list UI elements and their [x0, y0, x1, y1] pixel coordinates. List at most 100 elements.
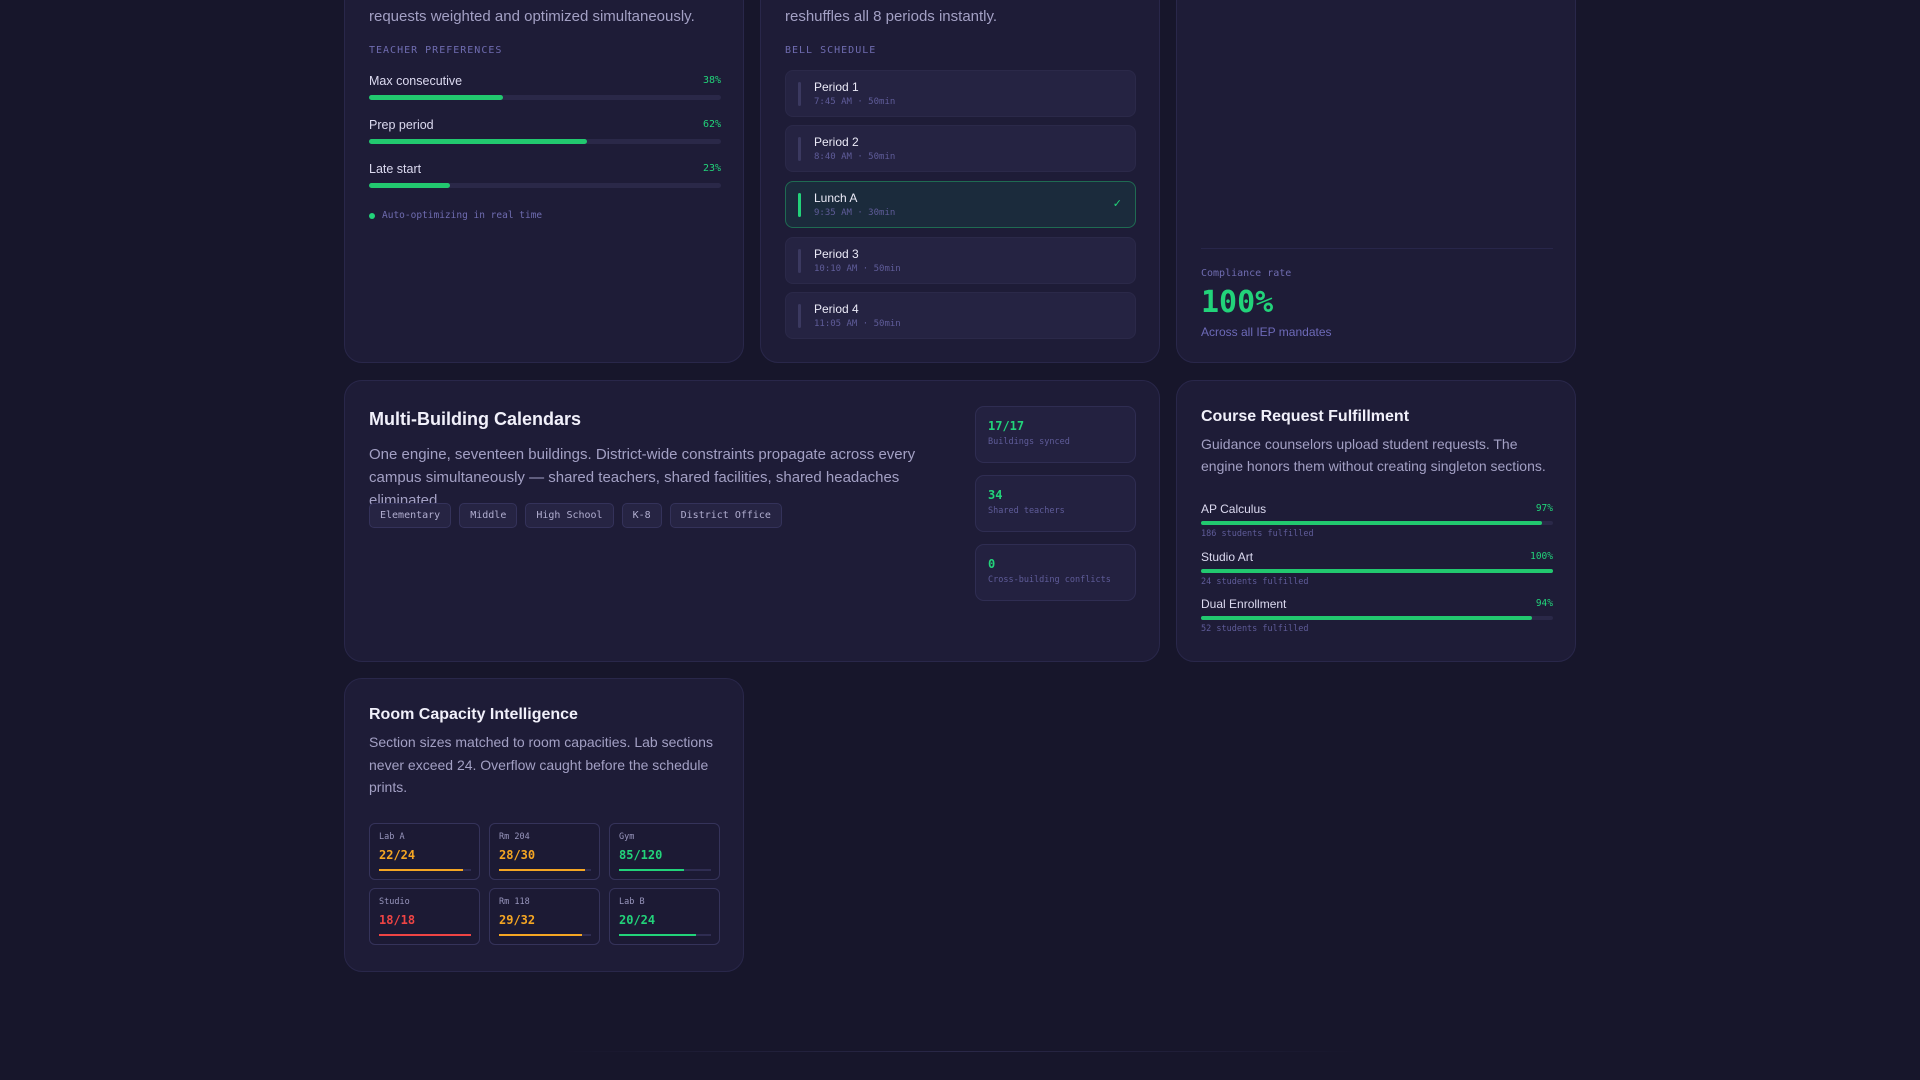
- card-title: Room Capacity Intelligence: [369, 706, 578, 723]
- room-tile[interactable]: Lab A 22/24: [369, 823, 480, 880]
- room-capacity-fill: [499, 869, 585, 871]
- compliance-subtext: Across all IEP mandates: [1201, 325, 1332, 339]
- multi-building-card: Multi-Building Calendars One engine, sev…: [344, 380, 1160, 662]
- course-percent: 97%: [1535, 503, 1553, 514]
- room-capacity-fill: [499, 934, 583, 936]
- room-capacity-fill: [619, 869, 685, 871]
- course-progress-track: [1201, 521, 1553, 525]
- room-name: Rm 118: [499, 897, 530, 907]
- room-capacity-value: 29/32: [499, 913, 536, 927]
- course-progress-track: [1201, 616, 1553, 620]
- status-note-text: Auto-optimizing in real time: [382, 210, 543, 221]
- course-subtext: 52 students fulfilled: [1201, 624, 1309, 634]
- stat-label: Cross-building conflicts: [988, 575, 1111, 585]
- pref-progress-fill: [369, 95, 503, 100]
- tag-k8[interactable]: K-8: [621, 503, 662, 528]
- status-dot-icon: [369, 212, 375, 219]
- card-title: Course Request Fulfillment: [1201, 408, 1410, 425]
- pref-percent: 38%: [702, 75, 721, 86]
- pref-item: Late start 23%: [369, 162, 721, 188]
- pref-name: Prep period: [369, 118, 434, 132]
- room-capacity-track: [619, 869, 711, 871]
- pref-item: Prep period 62%: [369, 118, 721, 144]
- room-tile[interactable]: Rm 204 28/30: [489, 823, 600, 880]
- period-row[interactable]: Period 2 8:40 AM · 50min: [785, 125, 1136, 172]
- period-time: 9:35 AM · 30min: [814, 208, 896, 218]
- period-indicator: [798, 137, 801, 161]
- room-tile[interactable]: Lab B 20/24: [609, 888, 720, 945]
- iep-compliance-card: Compliance rate 100% Across all IEP mand…: [1176, 0, 1576, 363]
- room-capacity-track: [499, 869, 591, 871]
- period-name: Period 4: [814, 302, 859, 316]
- period-indicator: [798, 249, 801, 273]
- course-subtext: 186 students fulfilled: [1201, 529, 1314, 539]
- building-type-tags: Elementary Middle High School K-8 Distri…: [369, 503, 782, 528]
- check-icon: ✓: [1112, 198, 1122, 210]
- room-name: Gym: [619, 832, 635, 842]
- course-name: Dual Enrollment: [1201, 597, 1287, 611]
- course-subtext: 24 students fulfilled: [1201, 577, 1309, 587]
- stat-value: 34: [988, 488, 1003, 502]
- course-item: Dual Enrollment 94% 52 students fulfille…: [1201, 597, 1553, 637]
- card-title: Multi-Building Calendars: [369, 409, 582, 429]
- room-name: Rm 204: [499, 832, 530, 842]
- room-tile[interactable]: Rm 118 29/32: [489, 888, 600, 945]
- course-progress-fill: [1201, 569, 1553, 573]
- room-capacity-fill: [379, 869, 464, 871]
- room-capacity-fill: [619, 934, 696, 936]
- pref-progress-track: [369, 95, 721, 100]
- period-time: 8:40 AM · 50min: [814, 152, 896, 162]
- pref-name: Max consecutive: [369, 74, 463, 88]
- room-tile[interactable]: Studio 18/18: [369, 888, 480, 945]
- pref-item: Max consecutive 38%: [369, 74, 721, 100]
- stat-label: Shared teachers: [988, 506, 1065, 516]
- stat-value: 17/17: [988, 419, 1025, 433]
- room-capacity-value: 20/24: [619, 913, 656, 927]
- stat-label: Buildings synced: [988, 437, 1070, 447]
- stat-buildings-synced: 17/17 Buildings synced: [975, 406, 1136, 463]
- room-name: Lab B: [619, 897, 645, 907]
- teacher-preferences-card: requests weighted and optimized simultan…: [344, 0, 744, 363]
- tag-district-office[interactable]: District Office: [669, 503, 782, 528]
- tag-high-school[interactable]: High School: [525, 503, 614, 528]
- prefs-intro: requests weighted and optimized simultan…: [369, 8, 695, 25]
- room-capacity-card: Room Capacity Intelligence Section sizes…: [344, 678, 744, 972]
- stat-cross-building-conflicts: 0 Cross-building conflicts: [975, 544, 1136, 601]
- bell-intro: reshuffles all 8 periods instantly.: [785, 8, 998, 25]
- period-name: Period 1: [814, 80, 859, 94]
- period-row[interactable]: Period 1 7:45 AM · 50min: [785, 70, 1136, 117]
- period-indicator: [798, 82, 801, 106]
- footer-divider: [560, 1051, 1360, 1052]
- period-name: Period 2: [814, 135, 859, 149]
- course-item: AP Calculus 97% 186 students fulfilled: [1201, 502, 1553, 542]
- period-row[interactable]: Period 4 11:05 AM · 50min: [785, 292, 1136, 339]
- divider: [1201, 248, 1553, 249]
- room-tile[interactable]: Gym 85/120: [609, 823, 720, 880]
- period-row[interactable]: Period 3 10:10 AM · 50min: [785, 237, 1136, 284]
- course-name: AP Calculus: [1201, 502, 1267, 516]
- course-name: Studio Art: [1201, 550, 1254, 564]
- course-item: Studio Art 100% 24 students fulfilled: [1201, 550, 1553, 590]
- room-capacity-value: 85/120: [619, 848, 663, 862]
- period-row-selected[interactable]: Lunch A 9:35 AM · 30min ✓: [785, 181, 1136, 228]
- period-indicator: [798, 193, 801, 217]
- stat-shared-teachers: 34 Shared teachers: [975, 475, 1136, 532]
- prefs-section-label: TEACHER PREFERENCES: [369, 45, 503, 56]
- course-progress-fill: [1201, 521, 1543, 525]
- room-capacity-value: 22/24: [379, 848, 416, 862]
- room-capacity-value: 28/30: [499, 848, 536, 862]
- course-percent: 100%: [1530, 551, 1553, 562]
- compliance-label: Compliance rate: [1201, 268, 1292, 279]
- room-capacity-track: [619, 934, 711, 936]
- course-progress-track: [1201, 569, 1553, 573]
- bell-section-label: BELL SCHEDULE: [785, 45, 877, 56]
- tag-middle[interactable]: Middle: [459, 503, 518, 528]
- pref-progress-track: [369, 183, 721, 188]
- period-time: 11:05 AM · 50min: [814, 319, 901, 329]
- course-progress-fill: [1201, 616, 1532, 620]
- period-time: 7:45 AM · 50min: [814, 97, 896, 107]
- period-name: Period 3: [814, 247, 859, 261]
- room-capacity-fill: [379, 934, 471, 936]
- tag-elementary[interactable]: Elementary: [369, 503, 452, 528]
- card-description: One engine, seventeen buildings. Distric…: [369, 446, 916, 509]
